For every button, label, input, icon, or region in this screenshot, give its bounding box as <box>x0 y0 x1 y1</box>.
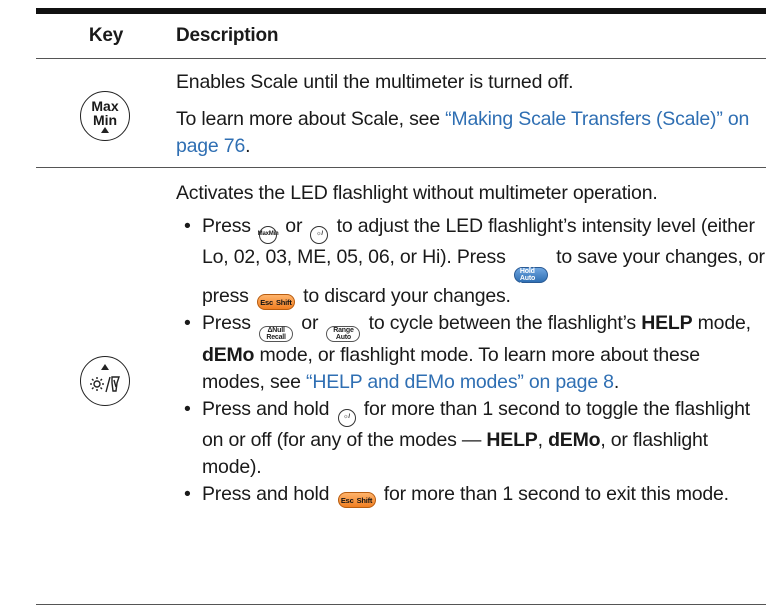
flashlight-small-icon: ☼/ <box>337 408 356 427</box>
table-row: Max Min Enables Scale until the multimet… <box>36 59 766 167</box>
help-demo-link[interactable]: “HELP and dEMo modes” on page 8 <box>306 371 614 393</box>
up-arrow-icon <box>101 127 109 133</box>
key-description-table: Key Description Max Min Enables Scale un… <box>36 8 766 605</box>
bullet-list: Press MaxMin or ☼/ to adjust the LED fla… <box>176 213 766 508</box>
esc-shift-icon: Esc Shift <box>256 294 295 310</box>
header-key: Key <box>88 25 124 46</box>
trig-hold-log-icon: Trig Hold Auto Log <box>513 261 548 289</box>
row1-text: Enables Scale until the multimeter is tu… <box>176 71 574 93</box>
header-description: Description <box>176 25 279 46</box>
row1-see-also: To learn more about Scale, see “Making S… <box>176 108 750 157</box>
flashlight-key-icon <box>80 356 130 406</box>
table-row: Activates the LED flashlight without mul… <box>36 168 766 604</box>
row2-intro: Activates the LED flashlight without mul… <box>176 182 658 204</box>
list-item: Press and hold EscShift for more than 1 … <box>176 481 766 508</box>
esc-shift-icon: Esc Shift <box>337 492 376 508</box>
max-min-icon: Max Min <box>258 225 279 244</box>
flashlight-small-icon: ☼/ <box>310 225 329 244</box>
range-auto-icon: Range Auto <box>326 326 361 342</box>
list-item: Press ΔNullRecall or RangeAuto to cycle … <box>176 310 766 396</box>
flashlight-icon <box>90 364 120 393</box>
list-item: Press MaxMin or ☼/ to adjust the LED fla… <box>176 213 766 310</box>
table-header: Key Description <box>36 14 766 58</box>
max-min-key-icon: Max Min <box>80 91 130 141</box>
list-item: Press and hold ☼/ for more than 1 second… <box>176 396 766 481</box>
null-recall-icon: ΔNull Recall <box>259 326 294 342</box>
